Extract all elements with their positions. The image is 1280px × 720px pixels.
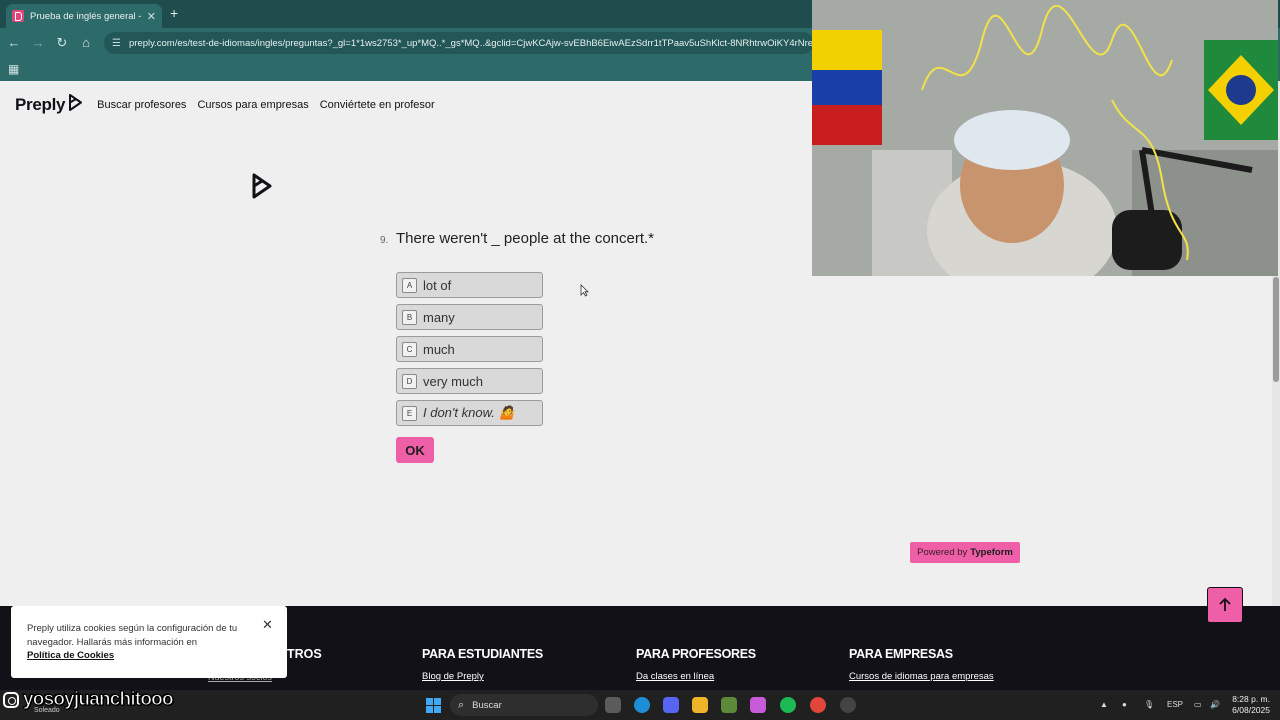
new-tab-icon[interactable]: + bbox=[170, 5, 178, 21]
close-tab-icon[interactable]: ✕ bbox=[147, 10, 156, 23]
scrollbar-thumb[interactable] bbox=[1273, 277, 1279, 382]
volume-icon[interactable]: 🔊 bbox=[1210, 700, 1220, 709]
footer-col-head: PARA ESTUDIANTES bbox=[422, 647, 543, 661]
windows-start-icon[interactable] bbox=[426, 698, 441, 713]
network-icon[interactable]: ▭ bbox=[1194, 700, 1202, 709]
microphone-icon[interactable]: 🎙 bbox=[1144, 700, 1154, 709]
discord-icon[interactable] bbox=[663, 697, 679, 713]
option-e[interactable]: E I don't know. 🤷 bbox=[396, 400, 543, 426]
back-icon[interactable]: ← bbox=[6, 35, 22, 50]
arrow-up-icon bbox=[1219, 597, 1231, 611]
footer-col-empresas: PARA EMPRESAS Cursos de idiomas para emp… bbox=[849, 647, 994, 682]
clock-time: 8:28 p. m. bbox=[1232, 694, 1270, 704]
task-view-icon[interactable] bbox=[605, 697, 621, 713]
site-settings-icon[interactable]: ☰ bbox=[112, 38, 121, 49]
option-key: A bbox=[402, 277, 417, 293]
preply-logo[interactable]: Preply bbox=[15, 95, 65, 115]
cookie-policy-link[interactable]: Política de Cookies bbox=[27, 650, 114, 661]
url-input[interactable]: ☰ preply.com/es/test-de-idiomas/ingles/p… bbox=[104, 32, 814, 54]
reload-icon[interactable]: ↻ bbox=[54, 35, 70, 51]
tray-chevron-icon[interactable]: ▲ bbox=[1100, 700, 1108, 709]
streamer-handle-overlay: yosoyjuanchitooo bbox=[3, 689, 174, 711]
option-key: D bbox=[402, 373, 417, 389]
question-number: 9. bbox=[380, 235, 389, 246]
footer-col-partial-head: TROS bbox=[287, 647, 322, 661]
option-label: many bbox=[423, 309, 455, 325]
apps-grid-icon[interactable]: ▦ bbox=[8, 62, 19, 76]
cookie-banner: Preply utiliza cookies según la configur… bbox=[11, 606, 287, 678]
edge-icon[interactable] bbox=[634, 697, 650, 713]
option-key: E bbox=[402, 405, 417, 421]
nav-conviertete-profesor[interactable]: Conviértete en profesor bbox=[320, 99, 435, 111]
tab-title: Prueba de inglés general - Preply bbox=[30, 10, 143, 22]
footer-col-head: PARA EMPRESAS bbox=[849, 647, 953, 661]
option-key: C bbox=[402, 341, 417, 357]
spotify-icon[interactable] bbox=[780, 697, 796, 713]
option-label: very much bbox=[423, 373, 483, 389]
clock-date: 6/08/2025 bbox=[1232, 705, 1270, 715]
question-text: There weren't _ people at the concert.* bbox=[396, 230, 655, 247]
taskbar-clock[interactable]: 8:28 p. m. 6/08/2025 bbox=[1228, 694, 1270, 716]
tray-app-icon[interactable]: ● bbox=[1122, 700, 1127, 709]
copilot-icon[interactable] bbox=[750, 697, 766, 713]
weather-text: Soleado bbox=[34, 707, 60, 714]
home-icon[interactable]: ⌂ bbox=[78, 35, 94, 50]
option-label: I don't know. 🤷 bbox=[423, 405, 515, 420]
search-placeholder: Buscar bbox=[472, 699, 502, 711]
form-logo-icon bbox=[250, 172, 274, 205]
forward-icon[interactable]: → bbox=[30, 35, 46, 50]
powered-brand: Typeform bbox=[970, 547, 1013, 558]
taskbar-search-input[interactable]: ⌕ Buscar bbox=[450, 694, 598, 716]
language-indicator[interactable]: ESP bbox=[1167, 700, 1183, 709]
option-a[interactable]: A lot of bbox=[396, 272, 543, 298]
preply-favicon-icon bbox=[12, 10, 24, 22]
option-b[interactable]: B many bbox=[396, 304, 543, 330]
powered-by-typeform[interactable]: Powered by Typeform bbox=[910, 542, 1020, 563]
preply-logo-mark-icon bbox=[68, 94, 83, 116]
file-explorer-icon[interactable] bbox=[692, 697, 708, 713]
minecraft-icon[interactable] bbox=[721, 697, 737, 713]
footer-link[interactable]: Blog de Preply bbox=[422, 671, 543, 682]
ok-button[interactable]: OK bbox=[396, 437, 434, 463]
option-key: B bbox=[402, 309, 417, 325]
chrome-icon[interactable] bbox=[810, 697, 826, 713]
option-c[interactable]: C much bbox=[396, 336, 543, 362]
back-to-top-button[interactable] bbox=[1207, 587, 1243, 623]
webcam-overlay bbox=[812, 0, 1278, 276]
mouse-cursor-icon bbox=[580, 284, 589, 302]
footer-link[interactable]: Da clases en línea bbox=[636, 671, 756, 682]
instagram-icon bbox=[3, 692, 19, 708]
nav-buscar-profesores[interactable]: Buscar profesores bbox=[97, 99, 186, 111]
obs-icon[interactable] bbox=[840, 697, 856, 713]
answer-options: A lot of B many C much D very much E I d… bbox=[396, 272, 543, 432]
powered-prefix: Powered by bbox=[917, 547, 968, 558]
browser-tab[interactable]: Prueba de inglés general - Preply ✕ bbox=[6, 4, 162, 28]
option-d[interactable]: D very much bbox=[396, 368, 543, 394]
option-label: much bbox=[423, 341, 455, 357]
url-text: preply.com/es/test-de-idiomas/ingles/pre… bbox=[128, 37, 814, 49]
footer-link[interactable]: Cursos de idiomas para empresas bbox=[849, 671, 994, 682]
nav-cursos-empresas[interactable]: Cursos para empresas bbox=[197, 99, 308, 111]
footer-col-head: PARA PROFESORES bbox=[636, 647, 756, 661]
footer-col-profesores: PARA PROFESORES Da clases en línea bbox=[636, 647, 756, 682]
cookie-text: Preply utiliza cookies según la configur… bbox=[27, 623, 238, 648]
footer-col-estudiantes: PARA ESTUDIANTES Blog de Preply bbox=[422, 647, 543, 682]
option-label: lot of bbox=[423, 277, 452, 293]
close-icon[interactable]: ✕ bbox=[262, 618, 273, 632]
search-icon: ⌕ bbox=[458, 698, 465, 711]
